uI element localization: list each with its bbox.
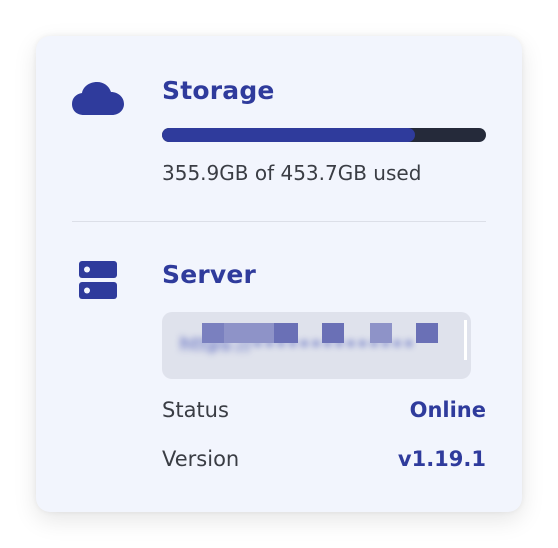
redaction-pixel — [202, 323, 224, 343]
version-label: Version — [162, 447, 240, 471]
storage-title: Storage — [162, 76, 275, 105]
redaction-pixel — [224, 323, 250, 343]
redaction-pixel — [322, 323, 344, 343]
redaction-pixel — [250, 323, 274, 343]
storage-progress-bar — [162, 128, 486, 142]
storage-server-widget: Storage 355.9GB of 453.7GB used Server h… — [36, 36, 522, 512]
storage-usage-text: 355.9GB of 453.7GB used — [162, 161, 422, 185]
server-title: Server — [162, 260, 257, 289]
redaction-pixel — [370, 323, 392, 343]
cloud-icon — [72, 82, 124, 116]
status-label: Status — [162, 398, 229, 422]
status-value: Online — [409, 398, 486, 422]
server-icon — [79, 261, 117, 299]
server-url-field[interactable]: https://•••••••••••••• — [162, 312, 471, 379]
storage-progress-fill — [162, 128, 415, 142]
section-divider — [72, 221, 486, 222]
redaction-pixel — [274, 323, 298, 343]
redaction-pixel — [416, 323, 438, 343]
text-caret — [464, 320, 467, 360]
version-value: v1.19.1 — [397, 447, 486, 471]
